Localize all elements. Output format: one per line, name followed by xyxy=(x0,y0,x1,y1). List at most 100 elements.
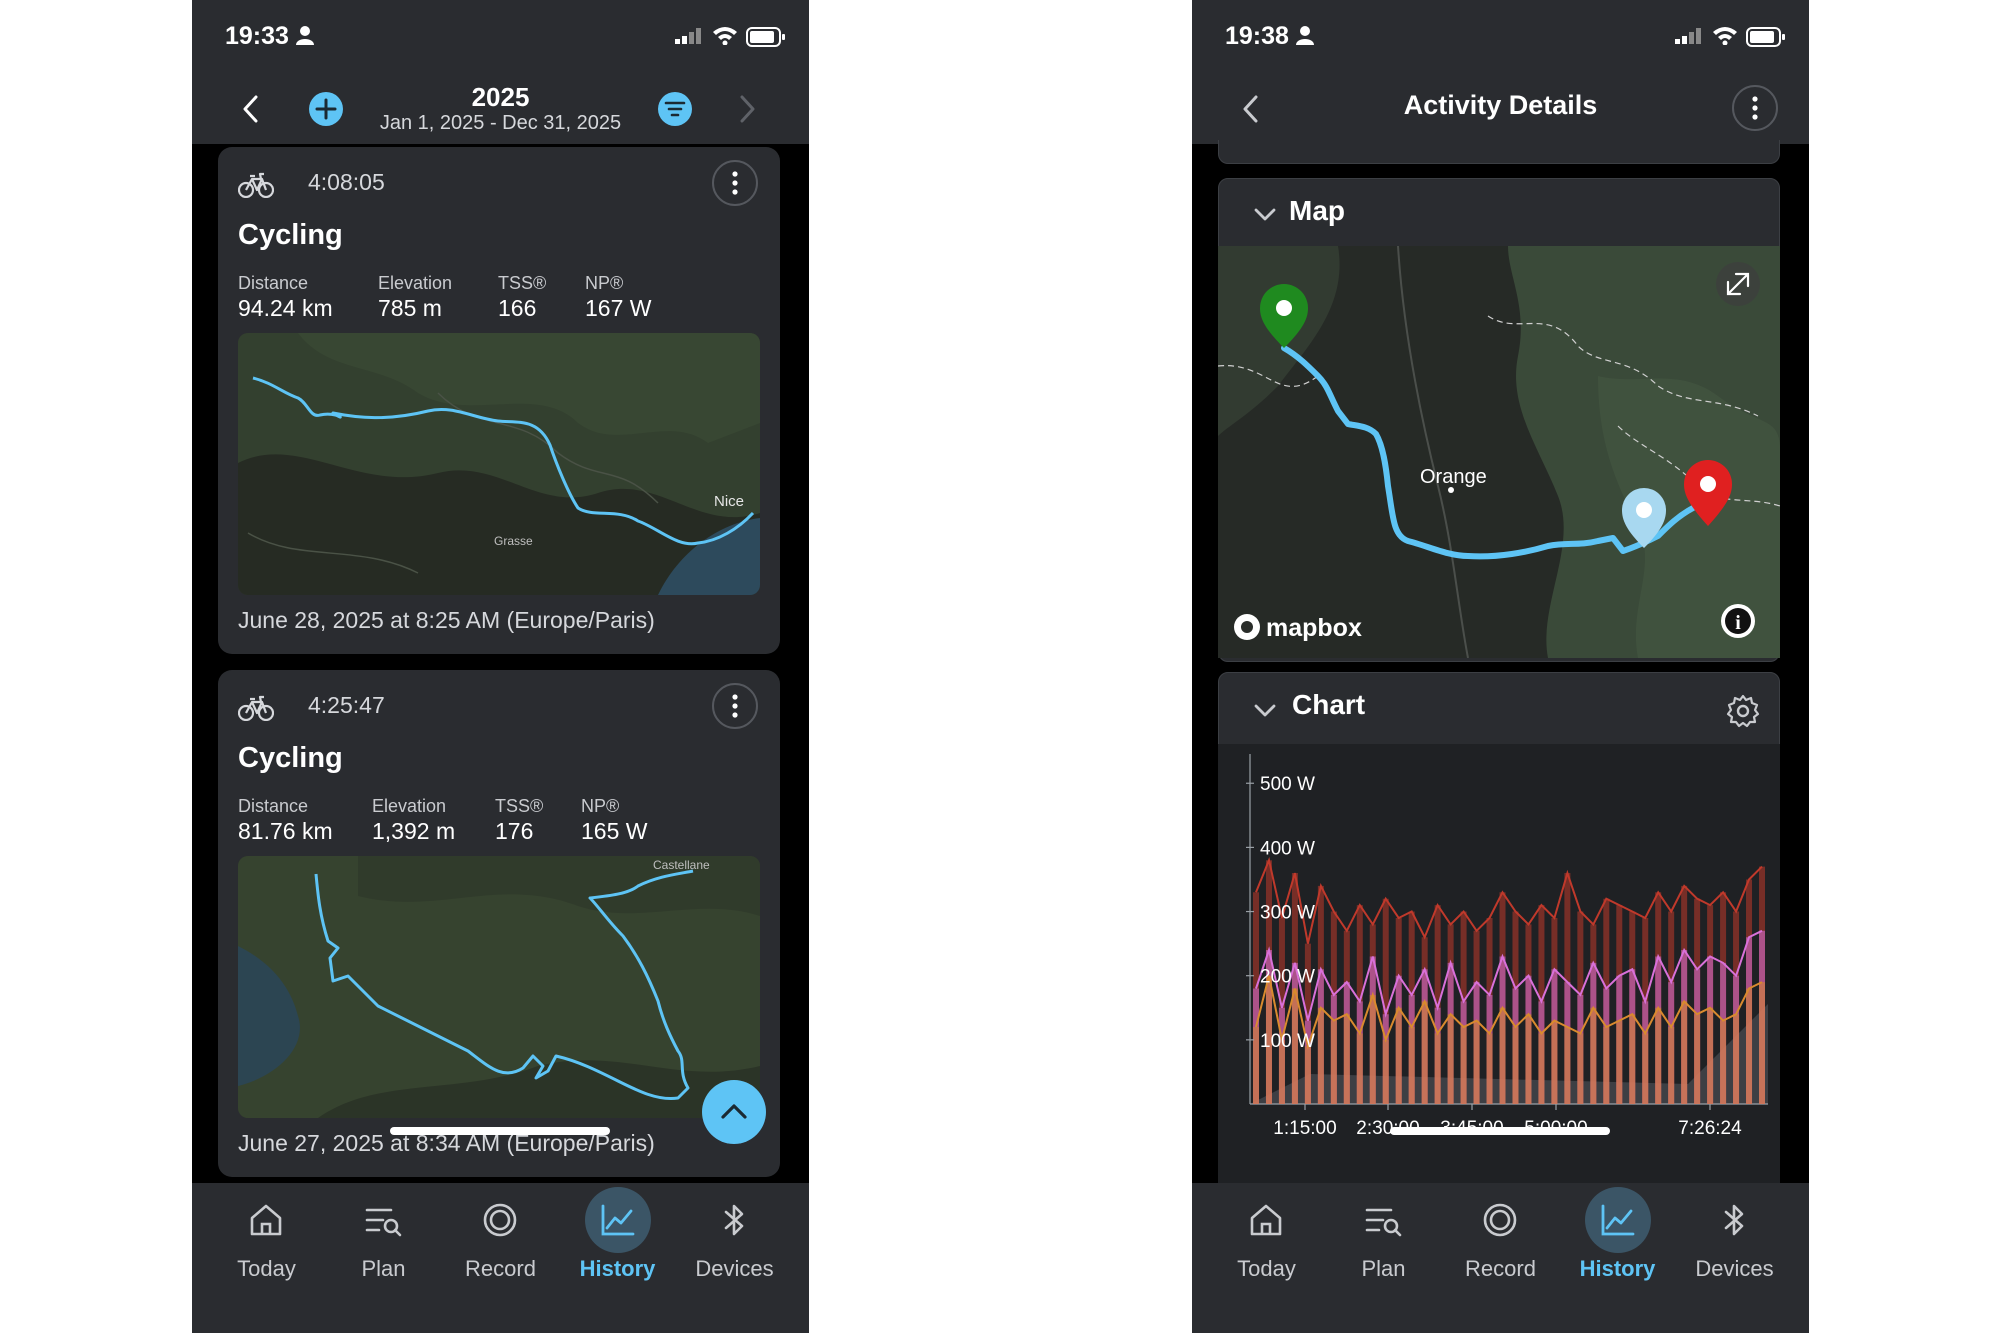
power-chart[interactable]: 500 W400 W300 W200 W100 W1:15:002:30:003… xyxy=(1218,744,1780,1184)
tab-devices[interactable]: Devices xyxy=(676,1183,793,1303)
bottom-tab-bar: Today Plan Record History Devices xyxy=(1192,1183,1809,1333)
route-map: Castellane xyxy=(238,856,760,1118)
person-icon xyxy=(1296,26,1314,45)
tab-label: Record xyxy=(465,1256,536,1281)
history-screen: 19:33 2025 Jan 1, 2025 - Dec 31, 2025 4:… xyxy=(192,0,809,1333)
chevron-down-icon[interactable] xyxy=(1253,703,1277,719)
page-title: Activity Details xyxy=(1403,90,1598,120)
route-map-canvas: i xyxy=(1218,246,1780,658)
details-header: Activity Details xyxy=(1192,72,1809,144)
y-tick-label: 200 W xyxy=(1260,967,1315,988)
chart-section-title: Chart xyxy=(1292,689,1366,720)
more-vertical-icon xyxy=(732,694,738,718)
stat-label: Distance xyxy=(238,796,309,816)
record-icon xyxy=(1483,1203,1517,1237)
x-tick-label: 1:15:00 xyxy=(1273,1118,1336,1139)
chevron-right-icon[interactable] xyxy=(740,95,756,123)
x-tick-label: 7:26:24 xyxy=(1678,1118,1742,1139)
activity-map-thumbnail[interactable]: Nice Grasse xyxy=(238,333,760,595)
bluetooth-icon xyxy=(724,1204,744,1236)
activity-title: Cycling xyxy=(238,742,343,774)
tab-label: Plan xyxy=(1361,1256,1406,1281)
cellular-signal-icon xyxy=(675,28,701,44)
stat-value: 176 xyxy=(495,818,534,844)
bluetooth-icon xyxy=(1724,1204,1744,1236)
year-title: 2025 xyxy=(471,82,530,112)
chart-panel-header: Chart xyxy=(1218,672,1780,748)
y-tick-label: 300 W xyxy=(1260,903,1315,924)
home-icon xyxy=(1250,1204,1282,1236)
gear-icon[interactable] xyxy=(1725,693,1761,729)
activity-date: June 28, 2025 at 8:25 AM (Europe/Paris) xyxy=(238,607,655,633)
home-indicator xyxy=(1390,1127,1610,1135)
person-icon xyxy=(296,26,314,45)
map-town-label: Castellane xyxy=(653,858,710,872)
more-vertical-icon xyxy=(1752,96,1758,120)
more-options-button[interactable] xyxy=(1732,85,1778,131)
more-options-button[interactable] xyxy=(712,683,758,729)
activity-map-thumbnail[interactable]: Castellane xyxy=(238,856,760,1118)
chevron-down-icon[interactable] xyxy=(1253,207,1277,223)
info-icon[interactable]: i xyxy=(1735,612,1741,634)
bicycle-icon xyxy=(238,695,274,721)
tab-history[interactable]: History xyxy=(1559,1183,1676,1303)
more-vertical-icon xyxy=(732,171,738,195)
route-map: Nice Grasse xyxy=(238,333,760,595)
route-map[interactable]: i Orange mapbox xyxy=(1218,246,1780,658)
status-bar: 19:38 xyxy=(1192,0,1809,72)
record-icon xyxy=(483,1203,517,1237)
tab-label: Today xyxy=(237,1256,296,1281)
stat-label: TSS® xyxy=(498,273,547,293)
tab-label: History xyxy=(1579,1256,1656,1281)
tab-history[interactable]: History xyxy=(559,1183,676,1303)
battery-icon xyxy=(746,27,785,47)
history-chart-icon xyxy=(1601,1204,1635,1236)
stat-label: Elevation xyxy=(378,273,453,293)
status-time: 19:38 xyxy=(1225,22,1289,50)
tab-label: Devices xyxy=(1695,1256,1774,1281)
tab-record[interactable]: Record xyxy=(1442,1183,1559,1303)
tab-label: History xyxy=(579,1256,656,1281)
stat-value: 165 W xyxy=(581,818,648,844)
stat-value: 81.76 km xyxy=(238,818,333,844)
date-range: Jan 1, 2025 - Dec 31, 2025 xyxy=(379,112,622,134)
tab-today[interactable]: Today xyxy=(1208,1183,1325,1303)
y-tick-label: 400 W xyxy=(1260,838,1315,859)
stat-label: Elevation xyxy=(372,796,447,816)
wifi-icon xyxy=(713,27,737,45)
tab-plan[interactable]: Plan xyxy=(325,1183,442,1303)
mapbox-attribution[interactable]: mapbox xyxy=(1266,614,1362,643)
activity-title: Cycling xyxy=(238,219,343,251)
status-time: 19:33 xyxy=(225,22,289,50)
map-place-label: Orange xyxy=(1420,466,1487,488)
map-city-label: Nice xyxy=(714,493,744,510)
cellular-signal-icon xyxy=(1675,28,1701,44)
y-tick-label: 500 W xyxy=(1260,774,1315,795)
activity-duration: 4:25:47 xyxy=(308,692,385,718)
filter-button[interactable] xyxy=(657,91,693,127)
tab-label: Record xyxy=(1465,1256,1536,1281)
collapsed-panel-bottom xyxy=(1218,140,1780,164)
scroll-to-top-button[interactable] xyxy=(702,1080,766,1144)
tab-plan[interactable]: Plan xyxy=(1325,1183,1442,1303)
activity-details-screen: 19:38 Activity Details Map i Orange mapb… xyxy=(1192,0,1809,1333)
map-town-label: Grasse xyxy=(494,534,533,548)
stat-label: Distance xyxy=(238,273,309,293)
tab-label: Plan xyxy=(361,1256,406,1281)
home-indicator xyxy=(390,1127,610,1135)
stat-value: 785 m xyxy=(378,295,442,321)
activity-card[interactable]: 4:08:05 Cycling Distance 94.24 km Elevat… xyxy=(218,147,780,654)
home-icon xyxy=(250,1204,282,1236)
tab-label: Today xyxy=(1237,1256,1296,1281)
activity-duration: 4:08:05 xyxy=(308,169,385,195)
stat-label: NP® xyxy=(585,273,624,293)
activity-card[interactable]: 4:25:47 Cycling Distance 81.76 km Elevat… xyxy=(218,670,780,1177)
tab-devices[interactable]: Devices xyxy=(1676,1183,1793,1303)
tab-today[interactable]: Today xyxy=(208,1183,325,1303)
tab-record[interactable]: Record xyxy=(442,1183,559,1303)
more-options-button[interactable] xyxy=(712,160,758,206)
status-bar: 19:33 xyxy=(192,0,809,72)
stat-value: 166 xyxy=(498,295,537,321)
wifi-icon xyxy=(1713,27,1737,45)
y-tick-label: 100 W xyxy=(1260,1031,1315,1052)
